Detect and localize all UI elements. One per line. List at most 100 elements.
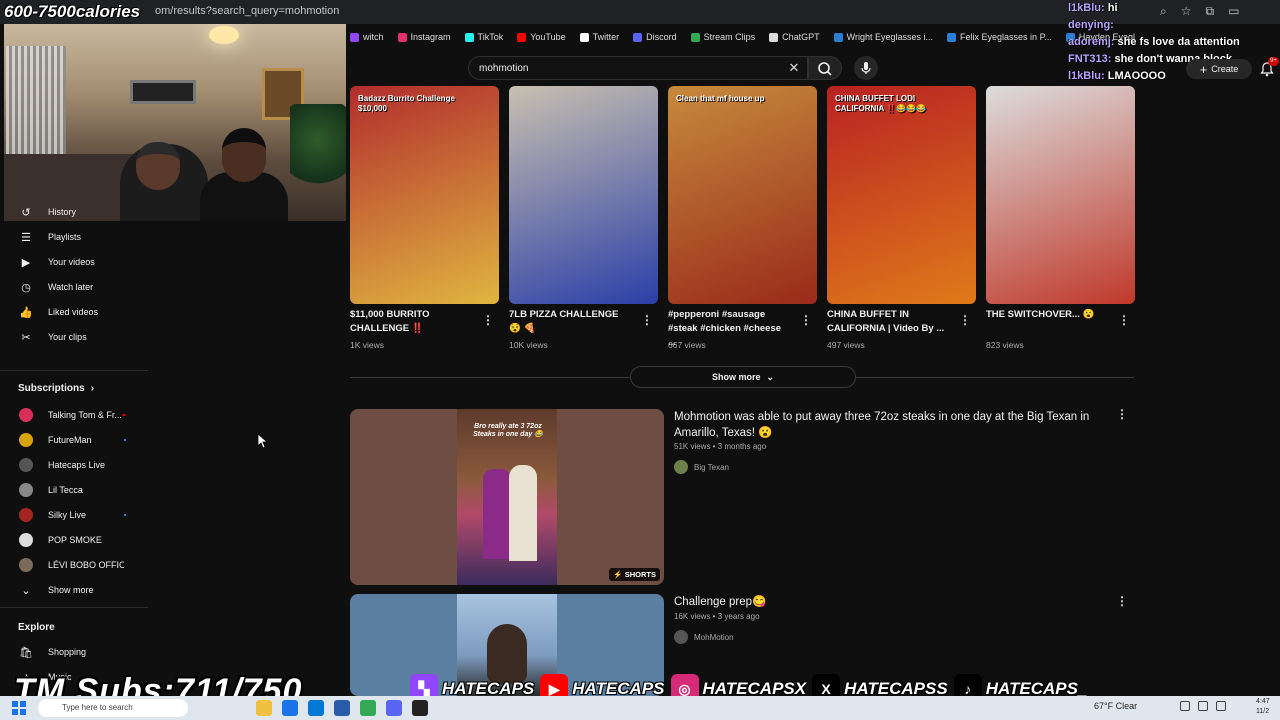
search-input[interactable]: mohmotion [468,56,808,80]
sidebar-item-watch-later[interactable]: ◷ Watch later [0,276,148,298]
more-actions-icon[interactable]: ⋮ [1116,594,1128,608]
bookmark-item[interactable]: Felix Eyeglasses in P... [947,28,1052,46]
video-title[interactable]: Challenge prep😋 [674,594,1104,610]
channel-name[interactable]: Big Texan [694,463,729,472]
obs-icon[interactable] [412,700,428,716]
bookmark-icon [517,32,527,42]
sidebar-item-label: History [48,207,77,217]
short-thumbnail[interactable]: Clean that mf house up [668,86,817,304]
sidebar-item-label: Playlists [48,232,82,242]
sidebar-subscription[interactable]: Lil Tecca [0,479,148,501]
sidebar-show-more[interactable]: ⌄ Show more [0,579,148,601]
chevron-down-icon: ⌄ [766,371,775,382]
channel-avatar[interactable] [674,630,688,644]
bookmark-item[interactable]: ChatGPT [769,28,820,46]
bookmark-label: Stream Clips [703,32,756,42]
avatar [19,458,33,472]
subscriptions-heading[interactable]: Subscriptions › [18,383,94,394]
chrome-icon[interactable] [360,700,376,716]
search-button[interactable] [808,56,842,80]
sidebar-item-your-videos[interactable]: ▶ Your videos [0,251,148,273]
more-actions-icon[interactable]: ⋮ [800,313,812,327]
chat-message: denying: [1068,17,1280,34]
more-actions-icon[interactable]: ⋮ [959,313,971,327]
short-title[interactable]: $11,000 BURRITO CHALLENGE ‼️ [350,308,472,336]
bookmark-item[interactable]: Twitter [579,28,619,46]
video-title[interactable]: Mohmotion was able to put away three 72o… [674,409,1104,441]
bookmark-item[interactable]: Wright Eyeglasses i... [833,28,933,46]
bookmark-icon [769,32,779,42]
subscriptions-title: Subscriptions [18,383,85,394]
battery-icon[interactable] [1216,701,1226,711]
show-more-label: Show more [48,585,94,595]
more-actions-icon[interactable]: ⋮ [482,313,494,327]
avatar [19,408,33,422]
more-actions-icon[interactable]: ⋮ [1116,407,1128,421]
address-bar[interactable]: om/results?search_query=mohmotion [155,5,339,17]
windows-start-icon[interactable] [12,701,26,715]
mail-icon[interactable] [334,700,350,716]
volume-icon[interactable] [1198,701,1208,711]
short-thumbnail[interactable]: CHINA BUFFET LODI CALIFORNIA ‼️😂😂😂 [827,86,976,304]
file-explorer-icon[interactable] [256,700,272,716]
sidebar-item-label: Your videos [48,257,95,267]
bookmark-item[interactable]: witch [350,28,384,46]
create-button[interactable]: + Create [1186,59,1252,79]
short-title[interactable]: THE SWITCHOVER... 😮 [986,308,1108,322]
video-channel[interactable]: MohMotion [674,630,734,644]
sidebar-subscription[interactable]: LÉVI BOBO OFFICIEL [0,554,148,576]
store-icon[interactable] [308,700,324,716]
discord-icon[interactable] [386,700,402,716]
short-views: 1K views [350,340,385,350]
channel-avatar[interactable] [674,460,688,474]
edge-icon[interactable] [282,700,298,716]
sidebar-subscription[interactable]: FutureMan [0,429,148,451]
show-more-label: Show more [711,372,761,382]
bookmark-icon [947,32,957,42]
sidebar-item-label: Liked videos [48,307,99,317]
chevron-right-icon: › [90,383,95,394]
sidebar-item-liked-videos[interactable]: 👍 Liked videos [0,301,148,323]
plant [290,104,346,194]
chat-text: hi [1104,2,1118,14]
voice-search-button[interactable] [854,56,878,80]
sidebar-item-your-clips[interactable]: ✂ Your clips [0,326,148,348]
more-actions-icon[interactable]: ⋮ [1118,313,1130,327]
bookmark-icon [397,32,407,42]
sidebar-item-history[interactable]: ↺ History [0,201,148,223]
sidebar-subscription[interactable]: Hatecaps Live [0,454,148,476]
short-title[interactable]: CHINA BUFFET IN CALIFORNIA | Video By ..… [827,308,949,336]
short-thumbnail[interactable] [986,86,1135,304]
sidebar-item-shopping[interactable]: 🛍 Shopping [0,641,148,663]
clock[interactable]: 4:47 11/2 [1256,697,1270,717]
sidebar-subscription[interactable]: Silky Live [0,504,148,526]
video-channel[interactable]: Big Texan [674,460,729,474]
notification-count-badge: 9+ [1268,57,1279,66]
subscription-label: FutureMan [48,435,92,445]
network-icon[interactable] [1180,701,1190,711]
video-thumbnail[interactable]: Bro really ate 3 72oz Steaks in one day … [350,409,664,585]
bookmark-item[interactable]: TikTok [464,28,503,46]
person-figure [509,465,537,561]
bookmark-item[interactable]: Discord [633,28,677,46]
channel-name[interactable]: MohMotion [694,633,734,642]
sidebar-subscription[interactable]: Talking Tom & Fr... [0,404,148,426]
sidebar-subscription[interactable]: POP SMOKE [0,529,148,551]
short-thumbnail[interactable]: Badazz Burrito Challenge $10,000 [350,86,499,304]
sidebar-item-playlists[interactable]: ☰ Playlists [0,226,148,248]
bookmark-label: witch [363,32,384,42]
guest-head [222,128,266,182]
short-title[interactable]: 7LB PIZZA CHALLENGE 😵 🍕 [509,308,631,336]
scissors-icon: ✂ [21,331,31,344]
bookmark-item[interactable]: YouTube [517,28,566,46]
shorts-show-more-button[interactable]: Show more ⌄ [630,366,856,388]
bookmark-item[interactable]: Stream Clips [690,28,756,46]
taskbar-search-input[interactable]: Type here to search [38,699,188,717]
chat-username: denying: [1068,19,1114,31]
more-actions-icon[interactable]: ⋮ [641,313,653,327]
plus-icon: + [1199,61,1208,77]
weather-widget[interactable]: 67°F Clear [1094,701,1137,711]
short-thumbnail[interactable] [509,86,658,304]
clear-search-icon[interactable]: ✕ [786,60,802,76]
bookmark-item[interactable]: Instagram [397,28,451,46]
